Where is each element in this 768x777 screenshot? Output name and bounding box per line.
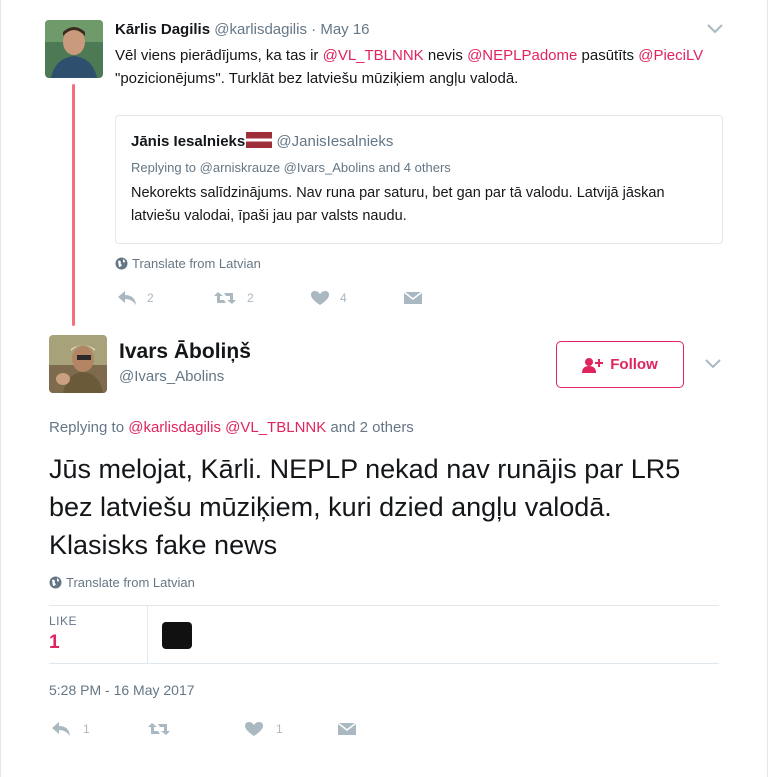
- quote-replying-to: Replying to @arniskrauze @Ivars_Abolins …: [131, 160, 451, 175]
- retweet-icon: [214, 292, 236, 304]
- tweet1-text-part: nevis: [423, 47, 468, 64]
- quote-header: Jānis Iesalnieks @JanisIesalnieks: [131, 132, 393, 150]
- likes-count[interactable]: 1: [49, 632, 60, 654]
- translate-link[interactable]: Translate from Latvian: [49, 575, 195, 590]
- like-count: 4: [340, 291, 347, 305]
- heart-icon: [311, 291, 329, 305]
- tweet1-author-name[interactable]: Kārlis Dagilis: [115, 21, 210, 38]
- reply-button[interactable]: 2: [117, 290, 154, 306]
- replying-prefix: Replying to: [49, 419, 129, 436]
- follow-button[interactable]: Follow: [556, 341, 684, 388]
- tweet2-text: Jūs melojat, Kārli. NEPLP nekad nav runā…: [49, 454, 681, 560]
- envelope-icon: [337, 722, 357, 735]
- reply-button[interactable]: 1: [51, 721, 90, 737]
- dm-button[interactable]: [403, 291, 435, 305]
- tweet2-timestamp[interactable]: 5:28 PM - 16 May 2017: [49, 682, 195, 698]
- retweet-count: 2: [247, 291, 254, 305]
- tweet1-date[interactable]: May 16: [320, 21, 369, 38]
- tweet2-replying-to: Replying to @karlisdagilis @VL_TBLNNK an…: [49, 419, 414, 436]
- tweet2-author-handle[interactable]: @Ivars_Abolins: [119, 368, 224, 385]
- like-count: 1: [276, 722, 283, 736]
- globe-icon: [115, 257, 128, 270]
- reply-icon: [52, 722, 70, 736]
- tweet-thread: Kārlis Dagilis @karlisdagilis · May 16 V…: [0, 0, 768, 777]
- quoted-tweet[interactable]: Jānis Iesalnieks @JanisIesalnieks Replyi…: [115, 115, 723, 244]
- translate-label: Translate from Latvian: [66, 575, 195, 590]
- chevron-down-icon[interactable]: [705, 359, 721, 369]
- quote-text: Nekorekts salīdzinājums. Nav runa par sa…: [131, 185, 665, 224]
- latvian-flag-icon: [246, 132, 273, 148]
- stats-divider-vertical: [147, 606, 148, 663]
- like-button[interactable]: 4: [310, 290, 347, 306]
- avatar-karlis[interactable]: [45, 20, 103, 78]
- reply-icon: [118, 291, 136, 305]
- mention-link[interactable]: @NEPLPadome: [467, 47, 577, 64]
- tweet1-text-part: Vēl viens pierādījums, ka tas ir: [115, 47, 323, 64]
- tweet2-author-name[interactable]: Ivars Āboliņš: [119, 340, 251, 364]
- translate-label: Translate from Latvian: [132, 256, 261, 271]
- thread-connector-line: [72, 84, 75, 326]
- add-user-icon: [582, 357, 604, 373]
- dm-button[interactable]: [337, 722, 369, 736]
- reply-count: 2: [147, 291, 154, 305]
- replying-mentions[interactable]: @karlisdagilis @VL_TBLNNK: [128, 419, 326, 436]
- retweet-icon: [148, 723, 170, 735]
- translate-link[interactable]: Translate from Latvian: [115, 256, 261, 271]
- quote-author-handle: @JanisIesalnieks: [276, 133, 394, 150]
- tweet1-text-part: pasūtīts: [577, 47, 639, 64]
- stats-divider-top: [49, 605, 719, 606]
- liker-avatar[interactable]: [162, 622, 192, 649]
- like-button[interactable]: 1: [244, 721, 283, 737]
- envelope-icon: [403, 291, 423, 304]
- tweet1-text-part: "pozicionējums". Turklāt bez latviešu mū…: [115, 70, 519, 87]
- retweet-button[interactable]: 2: [213, 290, 254, 306]
- stats-divider-bottom: [49, 663, 719, 664]
- tweet1-text: Vēl viens pierādījums, ka tas ir @VL_TBL…: [115, 44, 715, 90]
- mention-link[interactable]: @VL_TBLNNK: [323, 47, 424, 64]
- retweet-button[interactable]: [147, 721, 183, 737]
- tweet1-header: Kārlis Dagilis @karlisdagilis · May 16: [115, 21, 370, 38]
- tweet1-separator: ·: [311, 21, 317, 38]
- follow-label: Follow: [610, 356, 658, 373]
- reply-count: 1: [83, 722, 90, 736]
- globe-icon: [49, 576, 62, 589]
- tweet1-author-handle[interactable]: @karlisdagilis: [214, 21, 307, 38]
- likes-label: LIKE: [49, 614, 78, 628]
- heart-icon: [245, 722, 263, 736]
- quote-author-name: Jānis Iesalnieks: [131, 133, 246, 150]
- replying-suffix[interactable]: and 2 others: [326, 419, 413, 436]
- avatar-ivars[interactable]: [49, 335, 107, 393]
- chevron-down-icon[interactable]: [707, 24, 723, 34]
- mention-link[interactable]: @PieciLV: [638, 47, 703, 64]
